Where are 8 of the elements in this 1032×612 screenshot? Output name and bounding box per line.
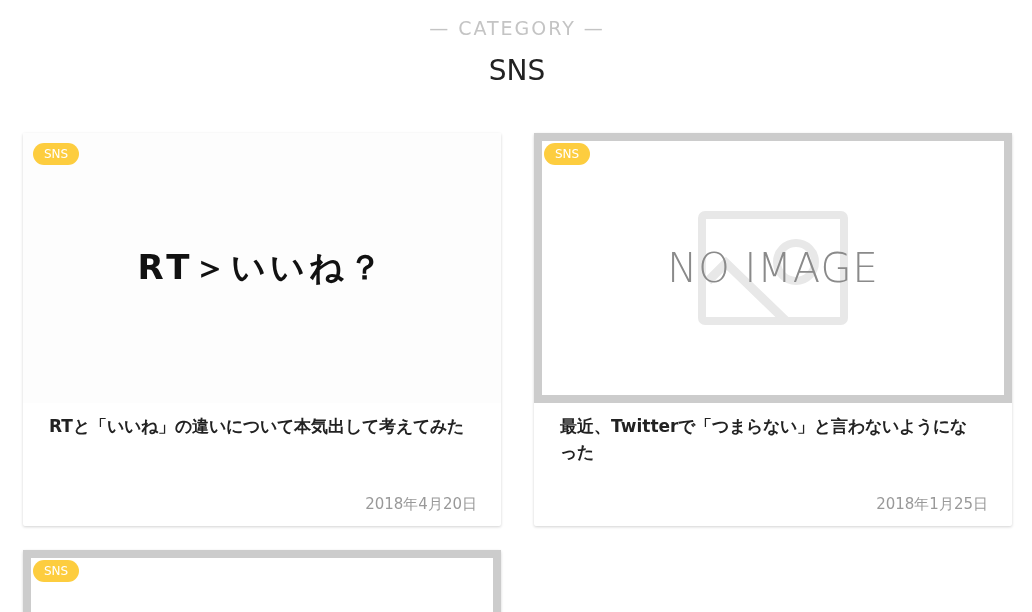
article-title[interactable]: RTと「いいね」の違いについて本気出して考えてみた [49, 413, 469, 439]
category-label: — CATEGORY — [429, 17, 605, 39]
article-card[interactable]: NO IMAGE SNS 最近、Twitterで「つまらない」と言わないようになった 2018年1月25日 [534, 133, 1012, 526]
article-date: 2018年1月25日 [876, 495, 988, 514]
article-title[interactable]: 最近、Twitterで「つまらない」と言わないようになった [560, 413, 980, 465]
article-card[interactable]: RT＞いいね？ SNS RTと「いいね」の違いについて本気出して考えてみた 2018年4月20日 [23, 133, 501, 526]
category-title: SNS [488, 53, 546, 89]
article-date: 2018年4月20日 [365, 495, 477, 514]
